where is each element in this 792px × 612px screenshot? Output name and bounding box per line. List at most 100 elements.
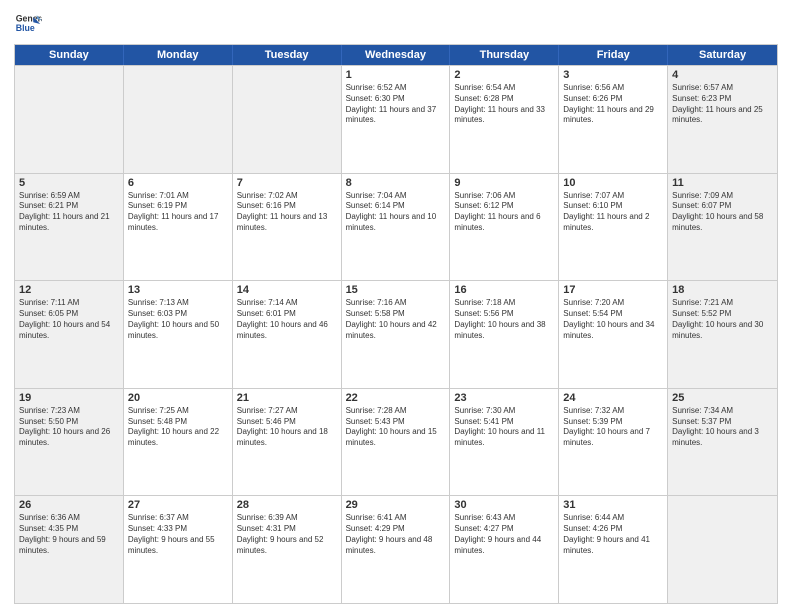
cal-cell: 9 Sunrise: 7:06 AM Sunset: 6:12 PM Daylig… bbox=[450, 174, 559, 281]
calendar-body: 1 Sunrise: 6:52 AM Sunset: 6:30 PM Daylig… bbox=[15, 65, 777, 603]
cell-text: Sunrise: 7:16 AM Sunset: 5:58 PM Dayligh… bbox=[346, 298, 446, 341]
cell-text: Sunrise: 6:41 AM Sunset: 4:29 PM Dayligh… bbox=[346, 513, 446, 556]
cal-cell: 22 Sunrise: 7:28 AM Sunset: 5:43 PM Dayli… bbox=[342, 389, 451, 496]
cal-cell: 31 Sunrise: 6:44 AM Sunset: 4:26 PM Dayli… bbox=[559, 496, 668, 603]
header-day-thursday: Thursday bbox=[450, 45, 559, 65]
cell-text: Sunrise: 6:54 AM Sunset: 6:28 PM Dayligh… bbox=[454, 83, 554, 126]
cell-text: Sunrise: 7:06 AM Sunset: 6:12 PM Dayligh… bbox=[454, 191, 554, 234]
day-number: 29 bbox=[346, 499, 446, 511]
day-number: 14 bbox=[237, 284, 337, 296]
cell-text: Sunrise: 6:59 AM Sunset: 6:21 PM Dayligh… bbox=[19, 191, 119, 234]
header: General Blue bbox=[14, 10, 778, 38]
cal-cell: 29 Sunrise: 6:41 AM Sunset: 4:29 PM Dayli… bbox=[342, 496, 451, 603]
cell-text: Sunrise: 6:39 AM Sunset: 4:31 PM Dayligh… bbox=[237, 513, 337, 556]
cell-text: Sunrise: 6:52 AM Sunset: 6:30 PM Dayligh… bbox=[346, 83, 446, 126]
day-number: 19 bbox=[19, 392, 119, 404]
day-number: 24 bbox=[563, 392, 663, 404]
cal-cell: 30Sunrise: 6:43 AM Sunset: 4:27 PM Dayli… bbox=[450, 496, 559, 603]
day-number: 16 bbox=[454, 284, 554, 296]
svg-text:Blue: Blue bbox=[16, 23, 35, 33]
day-number: 30 bbox=[454, 499, 554, 511]
day-number: 3 bbox=[563, 69, 663, 81]
cal-cell: 23 Sunrise: 7:30 AM Sunset: 5:41 PM Dayli… bbox=[450, 389, 559, 496]
cal-cell: 14 Sunrise: 7:14 AM Sunset: 6:01 PM Dayli… bbox=[233, 281, 342, 388]
day-number: 18 bbox=[672, 284, 773, 296]
cell-text: Sunrise: 6:56 AM Sunset: 6:26 PM Dayligh… bbox=[563, 83, 663, 126]
header-day-tuesday: Tuesday bbox=[233, 45, 342, 65]
header-day-sunday: Sunday bbox=[15, 45, 124, 65]
cell-text: Sunrise: 7:30 AM Sunset: 5:41 PM Dayligh… bbox=[454, 406, 554, 449]
cell-text: Sunrise: 6:57 AM Sunset: 6:23 PM Dayligh… bbox=[672, 83, 773, 126]
cal-cell: 17Sunrise: 7:20 AM Sunset: 5:54 PM Dayli… bbox=[559, 281, 668, 388]
cell-text: Sunrise: 6:36 AM Sunset: 4:35 PM Dayligh… bbox=[19, 513, 119, 556]
calendar: SundayMondayTuesdayWednesdayThursdayFrid… bbox=[14, 44, 778, 604]
cal-cell: 1 Sunrise: 6:52 AM Sunset: 6:30 PM Daylig… bbox=[342, 66, 451, 173]
week-row-5: 26Sunrise: 6:36 AM Sunset: 4:35 PM Dayli… bbox=[15, 495, 777, 603]
day-number: 1 bbox=[346, 69, 446, 81]
cell-text: Sunrise: 7:11 AM Sunset: 6:05 PM Dayligh… bbox=[19, 298, 119, 341]
cal-cell: 19Sunrise: 7:23 AM Sunset: 5:50 PM Dayli… bbox=[15, 389, 124, 496]
cell-text: Sunrise: 7:20 AM Sunset: 5:54 PM Dayligh… bbox=[563, 298, 663, 341]
cell-text: Sunrise: 7:21 AM Sunset: 5:52 PM Dayligh… bbox=[672, 298, 773, 341]
cal-cell: 25Sunrise: 7:34 AM Sunset: 5:37 PM Dayli… bbox=[668, 389, 777, 496]
cal-cell: 28 Sunrise: 6:39 AM Sunset: 4:31 PM Dayli… bbox=[233, 496, 342, 603]
day-number: 15 bbox=[346, 284, 446, 296]
cal-cell: 18 Sunrise: 7:21 AM Sunset: 5:52 PM Dayli… bbox=[668, 281, 777, 388]
cell-text: Sunrise: 6:44 AM Sunset: 4:26 PM Dayligh… bbox=[563, 513, 663, 556]
cal-cell: 16Sunrise: 7:18 AM Sunset: 5:56 PM Dayli… bbox=[450, 281, 559, 388]
day-number: 6 bbox=[128, 177, 228, 189]
cal-cell: 8 Sunrise: 7:04 AM Sunset: 6:14 PM Daylig… bbox=[342, 174, 451, 281]
header-day-friday: Friday bbox=[559, 45, 668, 65]
day-number: 7 bbox=[237, 177, 337, 189]
cell-text: Sunrise: 7:27 AM Sunset: 5:46 PM Dayligh… bbox=[237, 406, 337, 449]
calendar-header: SundayMondayTuesdayWednesdayThursdayFrid… bbox=[15, 45, 777, 65]
cal-cell: 7 Sunrise: 7:02 AM Sunset: 6:16 PM Daylig… bbox=[233, 174, 342, 281]
day-number: 28 bbox=[237, 499, 337, 511]
cal-cell: 4 Sunrise: 6:57 AM Sunset: 6:23 PM Daylig… bbox=[668, 66, 777, 173]
week-row-3: 12 Sunrise: 7:11 AM Sunset: 6:05 PM Dayli… bbox=[15, 280, 777, 388]
day-number: 12 bbox=[19, 284, 119, 296]
day-number: 9 bbox=[454, 177, 554, 189]
day-number: 22 bbox=[346, 392, 446, 404]
cal-cell: 2 Sunrise: 6:54 AM Sunset: 6:28 PM Daylig… bbox=[450, 66, 559, 173]
week-row-4: 19Sunrise: 7:23 AM Sunset: 5:50 PM Dayli… bbox=[15, 388, 777, 496]
cal-cell: 26Sunrise: 6:36 AM Sunset: 4:35 PM Dayli… bbox=[15, 496, 124, 603]
cell-text: Sunrise: 7:09 AM Sunset: 6:07 PM Dayligh… bbox=[672, 191, 773, 234]
cal-cell bbox=[233, 66, 342, 173]
page: General Blue SundayMondayTuesdayWednesda… bbox=[0, 0, 792, 612]
cell-text: Sunrise: 7:13 AM Sunset: 6:03 PM Dayligh… bbox=[128, 298, 228, 341]
cell-text: Sunrise: 6:37 AM Sunset: 4:33 PM Dayligh… bbox=[128, 513, 228, 556]
cal-cell: 3 Sunrise: 6:56 AM Sunset: 6:26 PM Daylig… bbox=[559, 66, 668, 173]
cal-cell: 5Sunrise: 6:59 AM Sunset: 6:21 PM Daylig… bbox=[15, 174, 124, 281]
day-number: 10 bbox=[563, 177, 663, 189]
cal-cell: 12 Sunrise: 7:11 AM Sunset: 6:05 PM Dayli… bbox=[15, 281, 124, 388]
header-day-monday: Monday bbox=[124, 45, 233, 65]
day-number: 4 bbox=[672, 69, 773, 81]
cal-cell: 21 Sunrise: 7:27 AM Sunset: 5:46 PM Dayli… bbox=[233, 389, 342, 496]
cal-cell: 11Sunrise: 7:09 AM Sunset: 6:07 PM Dayli… bbox=[668, 174, 777, 281]
day-number: 8 bbox=[346, 177, 446, 189]
week-row-2: 5Sunrise: 6:59 AM Sunset: 6:21 PM Daylig… bbox=[15, 173, 777, 281]
cal-cell: 20Sunrise: 7:25 AM Sunset: 5:48 PM Dayli… bbox=[124, 389, 233, 496]
day-number: 31 bbox=[563, 499, 663, 511]
day-number: 20 bbox=[128, 392, 228, 404]
cal-cell: 13 Sunrise: 7:13 AM Sunset: 6:03 PM Dayli… bbox=[124, 281, 233, 388]
cal-cell bbox=[15, 66, 124, 173]
day-number: 13 bbox=[128, 284, 228, 296]
week-row-1: 1 Sunrise: 6:52 AM Sunset: 6:30 PM Daylig… bbox=[15, 65, 777, 173]
cal-cell: 15 Sunrise: 7:16 AM Sunset: 5:58 PM Dayli… bbox=[342, 281, 451, 388]
logo: General Blue bbox=[14, 10, 46, 38]
cal-cell: 10 Sunrise: 7:07 AM Sunset: 6:10 PM Dayli… bbox=[559, 174, 668, 281]
cell-text: Sunrise: 7:34 AM Sunset: 5:37 PM Dayligh… bbox=[672, 406, 773, 449]
cell-text: Sunrise: 7:14 AM Sunset: 6:01 PM Dayligh… bbox=[237, 298, 337, 341]
day-number: 23 bbox=[454, 392, 554, 404]
logo-icon: General Blue bbox=[14, 10, 42, 38]
cell-text: Sunrise: 7:28 AM Sunset: 5:43 PM Dayligh… bbox=[346, 406, 446, 449]
cell-text: Sunrise: 7:04 AM Sunset: 6:14 PM Dayligh… bbox=[346, 191, 446, 234]
cell-text: Sunrise: 7:02 AM Sunset: 6:16 PM Dayligh… bbox=[237, 191, 337, 234]
day-number: 21 bbox=[237, 392, 337, 404]
cal-cell bbox=[668, 496, 777, 603]
day-number: 2 bbox=[454, 69, 554, 81]
cell-text: Sunrise: 7:07 AM Sunset: 6:10 PM Dayligh… bbox=[563, 191, 663, 234]
header-day-saturday: Saturday bbox=[668, 45, 777, 65]
